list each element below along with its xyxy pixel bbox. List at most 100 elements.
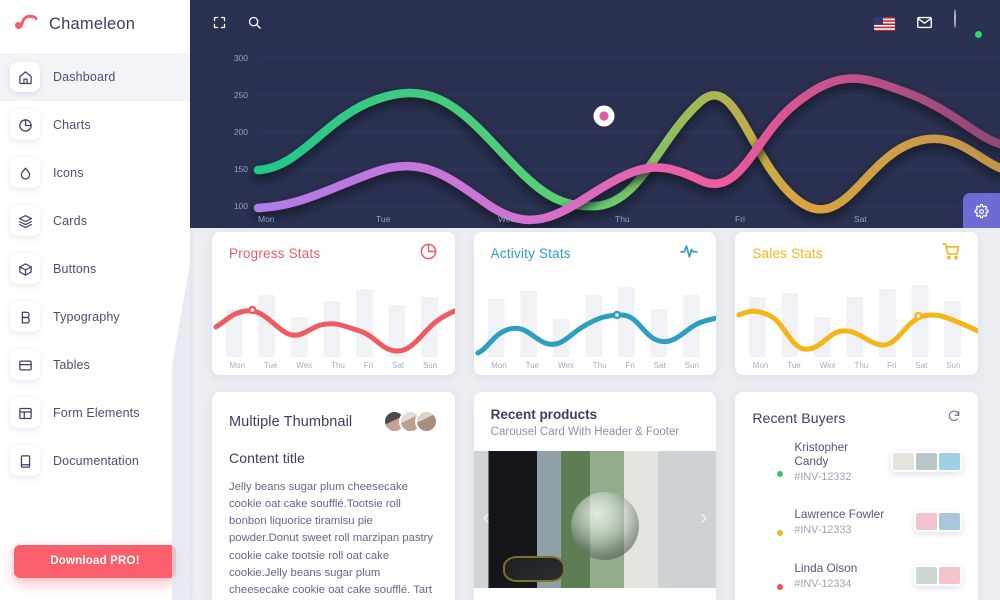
avatar-image bbox=[954, 9, 956, 28]
buyer-row[interactable]: Kristopher Candy #INV-12332 bbox=[735, 429, 978, 494]
main-area: 300 250 200 150 100 Mon Tue Wed Thu Fri Sat bbox=[190, 0, 1000, 600]
day-labels: Mon Tue Wex Thu Fri Sat Sun bbox=[474, 361, 717, 370]
day-label: Thu bbox=[854, 361, 869, 370]
multiple-thumbnail-card: Multiple Thumbnail Content title Jelly b… bbox=[212, 392, 455, 600]
card-title: Sales Stats bbox=[752, 246, 823, 261]
svg-text:Mon: Mon bbox=[258, 214, 275, 224]
recent-products-card: Recent products Carousel Card With Heade… bbox=[473, 392, 717, 600]
fullscreen-button[interactable] bbox=[212, 15, 227, 33]
buyer-thumb bbox=[893, 453, 915, 470]
buyer-thumbnails[interactable] bbox=[891, 451, 963, 472]
sidebar-item-documentation[interactable]: Documentation bbox=[0, 437, 190, 485]
sidebar-item-form-elements[interactable]: Form Elements bbox=[0, 389, 190, 437]
day-labels: Mon Tue Wex Thu Fri Sat Sun bbox=[212, 361, 455, 370]
brand-name: Chameleon bbox=[49, 14, 136, 33]
topbar bbox=[190, 0, 1000, 48]
svg-text:Tue: Tue bbox=[376, 214, 391, 224]
sidebar-nav: Dashboard Charts Icons Cards Buttons Typ… bbox=[0, 53, 190, 545]
sidebar-item-icons[interactable]: Icons bbox=[0, 149, 190, 197]
sidebar-item-typography[interactable]: Typography bbox=[0, 293, 190, 341]
droplet-icon bbox=[10, 158, 40, 188]
day-label: Fri bbox=[887, 361, 897, 370]
progress-stats-svg bbox=[212, 289, 455, 357]
book-icon bbox=[10, 446, 40, 476]
buyer-info: Linda Olson #INV-12334 bbox=[794, 561, 903, 590]
day-label: Tue bbox=[787, 361, 801, 370]
day-label: Thu bbox=[592, 361, 607, 370]
buyer-name: Linda Olson bbox=[794, 560, 858, 575]
dashboard-app: Chameleon Dashboard Charts Icons Cards B… bbox=[0, 0, 1000, 600]
sales-stats-card: Sales Stats Mon Tue Wex Thu Fri Sat Sun bbox=[735, 232, 979, 375]
buyer-name: Kristopher Candy bbox=[794, 440, 849, 468]
language-button[interactable] bbox=[874, 17, 895, 31]
svg-text:100: 100 bbox=[234, 201, 248, 211]
buyer-thumbnails[interactable] bbox=[914, 510, 963, 532]
day-label: Wex bbox=[819, 361, 836, 370]
card-title: Progress Stats bbox=[229, 246, 321, 261]
mail-button[interactable] bbox=[916, 14, 933, 34]
search-button[interactable] bbox=[247, 15, 262, 33]
day-label: Mon bbox=[752, 361, 769, 370]
day-label: Sat bbox=[653, 361, 666, 370]
progress-stats-card: Progress Stats Mon Tue Wex Thu Fri Sat S… bbox=[212, 232, 455, 375]
buyer-avatar bbox=[751, 505, 785, 537]
brand[interactable]: Chameleon bbox=[0, 0, 190, 48]
search-icon bbox=[247, 15, 262, 33]
card-header: Multiple Thumbnail bbox=[212, 392, 455, 433]
status-badge bbox=[974, 30, 983, 39]
avatar[interactable] bbox=[954, 9, 983, 39]
buyer-invoice: #INV-12334 bbox=[794, 577, 852, 590]
carousel-next-button[interactable] bbox=[692, 504, 714, 536]
sidebar-item-cards[interactable]: Cards bbox=[0, 197, 190, 245]
svg-text:150: 150 bbox=[234, 164, 248, 174]
buyer-row[interactable]: Lawrence Fowler #INV-12333 bbox=[735, 494, 978, 548]
buyer-thumb bbox=[939, 512, 961, 530]
buyer-avatar bbox=[751, 559, 785, 591]
download-pro-button[interactable]: Download PRO! bbox=[14, 545, 176, 578]
card-title: Activity Stats bbox=[490, 246, 571, 261]
table-icon bbox=[10, 350, 40, 380]
home-icon bbox=[10, 62, 40, 92]
card-header: Recent Buyers bbox=[735, 392, 978, 429]
sidebar-item-buttons[interactable]: Buttons bbox=[0, 245, 190, 293]
sidebar-item-tables[interactable]: Tables bbox=[0, 341, 190, 389]
card-header: Activity Stats bbox=[474, 232, 717, 275]
hero-chart-marker bbox=[593, 105, 615, 127]
day-label: Mon bbox=[229, 361, 246, 370]
settings-tab-button[interactable] bbox=[963, 193, 1000, 228]
buyer-invoice: #INV-12332 bbox=[794, 471, 852, 483]
chevron-right-icon bbox=[697, 512, 710, 528]
card-title: Multiple Thumbnail bbox=[229, 413, 353, 430]
svg-text:200: 200 bbox=[234, 127, 248, 137]
sidebar-item-charts[interactable]: Charts bbox=[0, 101, 190, 149]
day-label: Thu bbox=[331, 361, 345, 370]
hero-chart: 300 250 200 150 100 Mon Tue Wed Thu Fri Sat bbox=[190, 40, 1000, 228]
chevron-left-icon bbox=[480, 512, 493, 528]
card-header: Recent products Carousel Card With Heade… bbox=[474, 392, 717, 451]
day-label: Tue bbox=[525, 361, 540, 370]
pulse-icon bbox=[679, 241, 699, 266]
content-area: Progress Stats Mon Tue Wex Thu Fri Sat S… bbox=[190, 228, 1000, 600]
content-title: Content title bbox=[229, 450, 306, 466]
refresh-button[interactable] bbox=[947, 409, 961, 426]
carousel-prev-button[interactable] bbox=[476, 504, 498, 536]
sidebar-item-label: Typography bbox=[53, 310, 120, 324]
buyer-thumb bbox=[916, 566, 938, 584]
buyer-thumbnails[interactable] bbox=[914, 564, 963, 586]
buyer-name: Lawrence Fowler bbox=[794, 506, 885, 521]
buyer-row[interactable]: Linda Olson #INV-12334 bbox=[735, 548, 978, 600]
hero-panel: 300 250 200 150 100 Mon Tue Wed Thu Fri Sat bbox=[190, 0, 1000, 228]
refresh-icon bbox=[947, 409, 961, 426]
card-subtitle: Carousel Card With Header & Footer bbox=[490, 426, 680, 438]
svg-text:Wed: Wed bbox=[498, 214, 516, 224]
card-title: Recent Buyers bbox=[752, 409, 846, 426]
sidebar-item-label: Dashboard bbox=[53, 70, 116, 84]
topbar-left bbox=[212, 15, 262, 33]
sidebar-item-dashboard[interactable]: Dashboard bbox=[0, 53, 190, 101]
buyer-invoice: #INV-12333 bbox=[794, 523, 852, 536]
card-title: Recent products bbox=[490, 407, 598, 422]
thumbnail-avatar-3[interactable] bbox=[414, 410, 438, 433]
svg-text:Sat: Sat bbox=[854, 214, 867, 224]
day-label: Tue bbox=[263, 361, 278, 370]
sales-stats-svg bbox=[735, 285, 978, 357]
